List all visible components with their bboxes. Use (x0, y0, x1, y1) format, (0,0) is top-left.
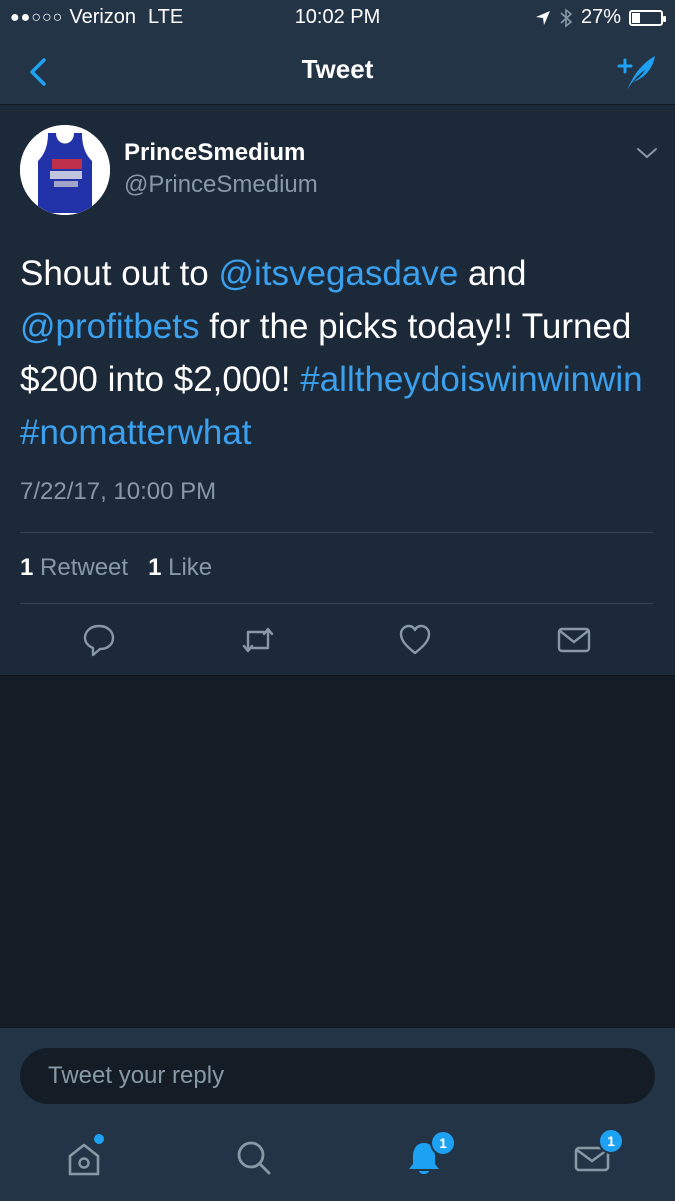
retweet-icon[interactable] (240, 622, 276, 658)
reply-input[interactable]: Tweet your reply (20, 1048, 655, 1104)
reply-icon[interactable] (81, 622, 117, 658)
tweet-detail: PrinceSmedium @PrinceSmedium Shout out t… (0, 105, 675, 676)
status-bar-right: 27% (535, 6, 666, 29)
bluetooth-icon (560, 7, 573, 28)
home-new-dot (94, 1134, 104, 1144)
status-bar: ●●○○○ Verizon LTE 10:02 PM 27% (0, 0, 675, 38)
author-handle[interactable]: @PrinceSmedium (124, 171, 318, 199)
tweet-timestamp: 7/22/17, 10:00 PM (20, 478, 217, 505)
retweet-count: 1 (20, 554, 34, 581)
navigation-bar: Tweet (0, 38, 675, 105)
engagement-counts: 1 Retweet 1 Like (20, 554, 212, 582)
messages-badge: 1 (598, 1128, 624, 1154)
tweet-text-segment: and (458, 254, 527, 293)
tab-messages[interactable]: 1 (572, 1128, 624, 1178)
battery-fill (632, 12, 640, 23)
like-heart-icon[interactable] (397, 622, 433, 658)
hashtag-link[interactable]: #alltheydoiswinwinwin (300, 360, 642, 399)
tab-notifications[interactable]: 1 (404, 1130, 456, 1178)
like-label: Like (168, 554, 213, 581)
retweet-count-link[interactable]: 1 Retweet (20, 554, 128, 581)
page-title: Tweet (301, 54, 374, 84)
tank-top-avatar-image (20, 125, 110, 215)
home-icon (68, 1143, 100, 1176)
location-arrow-icon (535, 10, 550, 25)
like-count: 1 (148, 554, 162, 581)
retweet-label: Retweet (40, 554, 129, 581)
direct-message-icon[interactable] (556, 622, 592, 658)
tweet-text: Shout out to @itsvegasdave and @profitbe… (20, 247, 660, 459)
divider (20, 532, 653, 533)
tweet-text-segment: Shout out to (20, 254, 219, 293)
mention-link[interactable]: @itsvegasdave (218, 254, 458, 293)
chevron-down-icon[interactable] (635, 143, 659, 163)
hashtag-link[interactable]: #nomatterwhat (20, 413, 252, 452)
tab-home[interactable] (64, 1134, 104, 1178)
notifications-badge: 1 (430, 1130, 456, 1156)
mention-link[interactable]: @profitbets (20, 307, 200, 346)
battery-percent: 27% (580, 6, 621, 28)
tab-search[interactable] (234, 1138, 274, 1178)
tweet-actions (0, 622, 675, 662)
author-display-name[interactable]: PrinceSmedium (124, 139, 305, 167)
battery-icon (629, 9, 666, 26)
avatar[interactable] (20, 125, 110, 215)
search-icon (237, 1141, 271, 1175)
divider (20, 603, 653, 604)
reply-and-tab-bar: Tweet your reply 1 1 (0, 1027, 675, 1201)
like-count-link[interactable]: 1 Like (148, 554, 212, 581)
compose-tweet-icon[interactable] (613, 50, 659, 96)
